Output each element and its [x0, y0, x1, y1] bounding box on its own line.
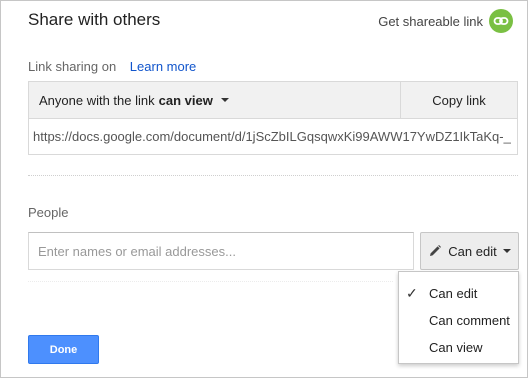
permission-dropdown-button[interactable]: Can edit — [420, 232, 519, 270]
link-access-dropdown[interactable]: Anyone with the link can view — [29, 82, 401, 118]
link-icon[interactable] — [489, 9, 513, 33]
menu-item-can-comment[interactable]: Can comment — [399, 307, 518, 334]
link-access-box: Anyone with the link can view Copy link … — [28, 81, 518, 155]
dialog-title: Share with others — [28, 10, 161, 29]
menu-item-label: Can edit — [429, 286, 478, 301]
menu-item-can-view[interactable]: Can view — [399, 334, 518, 361]
get-shareable-link-label: Get shareable link — [378, 13, 483, 29]
link-access-level: can view — [158, 92, 213, 108]
get-shareable-link-button[interactable]: Get shareable link — [378, 9, 513, 33]
chevron-down-icon — [220, 98, 229, 102]
input-shadow-divider — [28, 281, 393, 282]
section-divider — [28, 175, 518, 176]
people-input[interactable] — [28, 232, 414, 270]
done-button[interactable]: Done — [28, 335, 99, 364]
copy-link-button[interactable]: Copy link — [401, 82, 517, 118]
checkmark-icon: ✓ — [406, 285, 418, 301]
people-label: People — [28, 205, 69, 220]
permission-menu: ✓ Can edit Can comment Can view — [398, 271, 519, 364]
learn-more-link[interactable]: Learn more — [130, 59, 196, 74]
link-access-prefix: Anyone with the link — [39, 92, 155, 108]
menu-item-label: Can view — [429, 340, 483, 355]
menu-item-can-edit[interactable]: ✓ Can edit — [399, 280, 518, 307]
link-sharing-status: Link sharing on Learn more — [28, 59, 196, 74]
pencil-icon — [428, 244, 442, 258]
menu-item-label: Can comment — [429, 313, 510, 328]
permission-label: Can edit — [448, 243, 497, 259]
share-url-field[interactable]: https://docs.google.com/document/d/1jScZ… — [29, 119, 517, 154]
link-sharing-label: Link sharing on — [28, 59, 117, 74]
chevron-down-icon — [502, 249, 511, 253]
link-access-toolbar: Anyone with the link can view Copy link — [29, 82, 517, 119]
share-dialog: Share with others Get shareable link Lin… — [0, 0, 528, 378]
